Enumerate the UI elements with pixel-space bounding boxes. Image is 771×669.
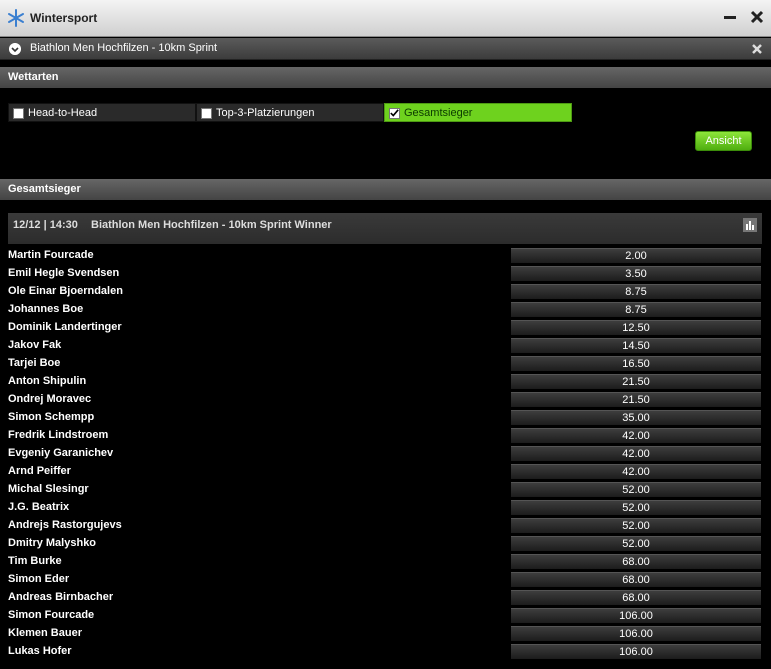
odds-button[interactable]: 21.50 bbox=[511, 392, 761, 408]
odds-button[interactable]: 16.50 bbox=[511, 356, 761, 372]
list-item: Tarjei Boe 16.50 bbox=[0, 355, 771, 373]
close-icon[interactable] bbox=[749, 9, 765, 25]
odds-button[interactable]: 35.00 bbox=[511, 410, 761, 426]
player-name: Ole Einar Bjoerndalen bbox=[8, 285, 123, 297]
event-datetime: 12/12 | 14:30 bbox=[13, 219, 78, 231]
stats-icon[interactable] bbox=[743, 218, 757, 232]
player-name: Ondrej Moravec bbox=[8, 393, 92, 405]
odds-button[interactable]: 12.50 bbox=[511, 320, 761, 336]
player-name: Lukas Hofer bbox=[8, 645, 72, 657]
player-name: Fredrik Lindstroem bbox=[8, 429, 109, 441]
tab-top-3[interactable]: Top-3-Platzierungen bbox=[196, 103, 384, 122]
odds-button[interactable]: 42.00 bbox=[511, 464, 761, 480]
odds-button[interactable]: 52.00 bbox=[511, 518, 761, 534]
odds-button[interactable]: 68.00 bbox=[511, 590, 761, 606]
odds-button[interactable]: 8.75 bbox=[511, 284, 761, 300]
market-name: Biathlon Men Hochfilzen - 10km Sprint Wi… bbox=[91, 219, 332, 231]
list-item: Dominik Landertinger 12.50 bbox=[0, 319, 771, 337]
odds-button[interactable]: 68.00 bbox=[511, 572, 761, 588]
window-title: Wintersport bbox=[30, 11, 98, 25]
player-name: Simon Eder bbox=[8, 573, 70, 585]
player-name: Simon Fourcade bbox=[8, 609, 95, 621]
list-item: Lukas Hofer 106.00 bbox=[0, 643, 771, 661]
odds-button[interactable]: 3.50 bbox=[511, 266, 761, 282]
list-item: Andrejs Rastorgujevs 52.00 bbox=[0, 517, 771, 535]
list-item: Simon Eder 68.00 bbox=[0, 571, 771, 589]
odds-button[interactable]: 8.75 bbox=[511, 302, 761, 318]
odds-button[interactable]: 52.00 bbox=[511, 536, 761, 552]
checkbox-icon[interactable] bbox=[13, 108, 24, 119]
player-name: J.G. Beatrix bbox=[8, 501, 70, 513]
list-item: Arnd Peiffer 42.00 bbox=[0, 463, 771, 481]
list-item: J.G. Beatrix 52.00 bbox=[0, 499, 771, 517]
player-name: Evgeniy Garanichev bbox=[8, 447, 114, 459]
odds-button[interactable]: 52.00 bbox=[511, 500, 761, 516]
checkbox-icon[interactable] bbox=[389, 108, 400, 119]
list-item: Ole Einar Bjoerndalen 8.75 bbox=[0, 283, 771, 301]
odds-button[interactable]: 14.50 bbox=[511, 338, 761, 354]
list-item: Evgeniy Garanichev 42.00 bbox=[0, 445, 771, 463]
player-name: Anton Shipulin bbox=[8, 375, 87, 387]
odds-button[interactable]: 68.00 bbox=[511, 554, 761, 570]
player-name: Martin Fourcade bbox=[8, 249, 94, 261]
event-header-title: Biathlon Men Hochfilzen - 10km Sprint bbox=[30, 42, 218, 54]
odds-button[interactable]: 42.00 bbox=[511, 446, 761, 462]
list-item: Tim Burke 68.00 bbox=[0, 553, 771, 571]
list-item: Simon Fourcade 106.00 bbox=[0, 607, 771, 625]
player-name: Emil Hegle Svendsen bbox=[8, 267, 120, 279]
tab-gesamtsieger[interactable]: Gesamtsieger bbox=[384, 103, 572, 122]
list-item: Simon Schempp 35.00 bbox=[0, 409, 771, 427]
view-button[interactable]: Ansicht bbox=[695, 131, 752, 151]
player-name: Jakov Fak bbox=[8, 339, 62, 351]
bet-types-heading: Wettarten bbox=[0, 67, 771, 88]
player-name: Andreas Birnbacher bbox=[8, 591, 114, 603]
odds-button[interactable]: 2.00 bbox=[511, 248, 761, 264]
player-name: Arnd Peiffer bbox=[8, 465, 71, 477]
player-name: Andrejs Rastorgujevs bbox=[8, 519, 122, 531]
player-name: Tarjei Boe bbox=[8, 357, 61, 369]
player-name: Dmitry Malyshko bbox=[8, 537, 97, 549]
list-item: Klemen Bauer 106.00 bbox=[0, 625, 771, 643]
market-heading: Gesamtsieger bbox=[0, 179, 771, 200]
list-item: Martin Fourcade 2.00 bbox=[0, 247, 771, 265]
odds-button[interactable]: 106.00 bbox=[511, 608, 761, 624]
event-header-bar[interactable]: Biathlon Men Hochfilzen - 10km Sprint bbox=[0, 38, 771, 60]
list-item: Emil Hegle Svendsen 3.50 bbox=[0, 265, 771, 283]
minimize-icon[interactable] bbox=[722, 9, 738, 25]
odds-button[interactable]: 42.00 bbox=[511, 428, 761, 444]
checkbox-icon[interactable] bbox=[201, 108, 212, 119]
player-name: Simon Schempp bbox=[8, 411, 95, 423]
odds-button[interactable]: 52.00 bbox=[511, 482, 761, 498]
player-name: Tim Burke bbox=[8, 555, 62, 567]
list-item: Anton Shipulin 21.50 bbox=[0, 373, 771, 391]
player-name: Dominik Landertinger bbox=[8, 321, 122, 333]
list-item: Dmitry Malyshko 52.00 bbox=[0, 535, 771, 553]
odds-button[interactable]: 106.00 bbox=[511, 626, 761, 642]
window-titlebar: Wintersport bbox=[0, 0, 771, 37]
tab-head-to-head[interactable]: Head-to-Head bbox=[8, 103, 196, 122]
list-item: Jakov Fak 14.50 bbox=[0, 337, 771, 355]
market-event-bar: 12/12 | 14:30 Biathlon Men Hochfilzen - … bbox=[8, 213, 762, 244]
list-item: Michal Slesingr 52.00 bbox=[0, 481, 771, 499]
chevron-down-icon[interactable] bbox=[9, 43, 21, 55]
odds-button[interactable]: 21.50 bbox=[511, 374, 761, 390]
list-item: Fredrik Lindstroem 42.00 bbox=[0, 427, 771, 445]
player-name: Klemen Bauer bbox=[8, 627, 82, 639]
list-item: Johannes Boe 8.75 bbox=[0, 301, 771, 319]
remove-icon[interactable] bbox=[751, 43, 763, 55]
player-name: Johannes Boe bbox=[8, 303, 84, 315]
list-item: Ondrej Moravec 21.50 bbox=[0, 391, 771, 409]
snowflake-icon bbox=[8, 9, 24, 27]
player-name: Michal Slesingr bbox=[8, 483, 89, 495]
odds-button[interactable]: 106.00 bbox=[511, 644, 761, 660]
list-item: Andreas Birnbacher 68.00 bbox=[0, 589, 771, 607]
